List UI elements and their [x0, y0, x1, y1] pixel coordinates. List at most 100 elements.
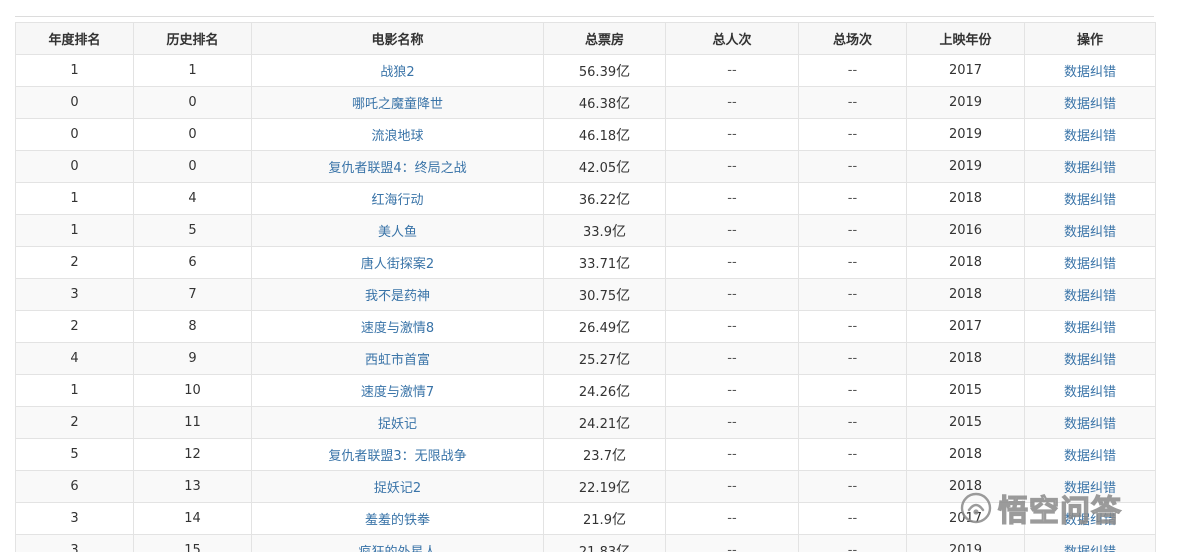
screenings: --	[847, 127, 858, 142]
report-error-link[interactable]: 数据纠错	[1064, 193, 1116, 208]
report-error-cell: 数据纠错	[1024, 438, 1156, 471]
header-actions: 操作	[1024, 22, 1156, 55]
report-error-link[interactable]: 数据纠错	[1064, 513, 1116, 528]
table-row: 1 1 战狼2 56.39亿 -- -- 2017 数据纠错	[15, 54, 1156, 87]
admissions-cell: --	[665, 406, 799, 439]
history-rank-cell: 7	[133, 278, 252, 311]
total-gross: 46.38亿	[579, 96, 630, 112]
history-rank: 1	[188, 63, 197, 78]
report-error-link[interactable]: 数据纠错	[1064, 417, 1116, 432]
report-error-link[interactable]: 数据纠错	[1064, 161, 1116, 176]
total-gross-cell: 25.27亿	[543, 342, 666, 375]
report-error-link[interactable]: 数据纠错	[1064, 321, 1116, 336]
release-year: 2015	[948, 415, 983, 430]
report-error-link[interactable]: 数据纠错	[1064, 545, 1116, 552]
total-gross-unit: 亿	[616, 63, 631, 80]
total-gross: 25.27亿	[579, 352, 630, 368]
total-gross: 21.83亿	[579, 543, 631, 552]
screenings: --	[847, 191, 858, 206]
admissions-cell: --	[665, 246, 799, 279]
movie-title-link[interactable]: 流浪地球	[371, 129, 423, 144]
release-year: 2018	[948, 287, 983, 302]
movie-title-link[interactable]: 西虹市首富	[365, 353, 430, 368]
movie-title-link[interactable]: 捉妖记	[378, 417, 417, 432]
admissions: --	[727, 351, 737, 366]
admissions: --	[727, 479, 737, 494]
screenings-cell: --	[798, 438, 907, 471]
total-gross-unit: 亿	[611, 223, 626, 240]
header-history-rank: 历史排名	[133, 22, 252, 55]
admissions: --	[727, 255, 737, 270]
year-rank: 1	[70, 191, 79, 206]
total-gross: 33.9亿	[583, 223, 626, 240]
movie-title-cell: 哪吒之魔童降世	[251, 86, 544, 119]
total-gross-cell: 33.9亿	[543, 214, 666, 247]
history-rank-cell: 10	[133, 374, 252, 407]
movie-title-link[interactable]: 我不是药神	[365, 289, 430, 304]
admissions: --	[727, 223, 737, 238]
total-gross: 36.22亿	[579, 192, 630, 208]
report-error-link[interactable]: 数据纠错	[1064, 225, 1116, 240]
movie-title-link[interactable]: 哪吒之魔童降世	[352, 97, 443, 112]
report-error-link[interactable]: 数据纠错	[1064, 97, 1116, 112]
release-year: 2018	[948, 191, 983, 206]
movie-title-link[interactable]: 战狼2	[380, 65, 414, 80]
total-gross-cell: 30.75亿	[543, 278, 666, 311]
admissions: --	[727, 127, 737, 142]
report-error-link[interactable]: 数据纠错	[1064, 257, 1116, 272]
report-error-link[interactable]: 数据纠错	[1064, 65, 1116, 80]
movie-title-link[interactable]: 捉妖记2	[374, 481, 421, 496]
header-screenings: 总场次	[798, 22, 907, 55]
screenings-cell: --	[798, 214, 907, 247]
history-rank: 8	[188, 319, 197, 334]
movie-title-link[interactable]: 速度与激情7	[361, 385, 434, 400]
total-gross-value: 22.19	[578, 480, 617, 496]
movie-title-link[interactable]: 疯狂的外星人	[358, 545, 436, 552]
movie-title-link[interactable]: 羞羞的铁拳	[365, 513, 430, 528]
release-year: 2018	[948, 479, 983, 494]
release-year-cell: 2018	[906, 438, 1025, 471]
movie-title-cell: 复仇者联盟4：终局之战	[251, 150, 544, 183]
movie-title-link[interactable]: 美人鱼	[378, 225, 417, 240]
release-year-cell: 2019	[906, 534, 1025, 552]
release-year-cell: 2018	[906, 342, 1025, 375]
admissions: --	[727, 191, 737, 206]
total-gross-unit: 亿	[616, 543, 631, 552]
report-error-link[interactable]: 数据纠错	[1064, 129, 1116, 144]
admissions-cell: --	[665, 182, 799, 215]
movie-title-link[interactable]: 复仇者联盟3：无限战争	[328, 449, 466, 464]
report-error-cell: 数据纠错	[1024, 278, 1156, 311]
movie-title-link[interactable]: 红海行动	[371, 193, 423, 208]
screenings-cell: --	[798, 118, 907, 151]
screenings: --	[847, 63, 858, 78]
total-gross: 23.7亿	[583, 448, 626, 464]
report-error-cell: 数据纠错	[1024, 502, 1156, 535]
movie-title-link[interactable]: 复仇者联盟4：终局之战	[328, 161, 466, 176]
history-rank-cell: 1	[133, 54, 252, 87]
movie-title-link[interactable]: 唐人街探案2	[361, 257, 434, 272]
movie-title-cell: 复仇者联盟3：无限战争	[251, 438, 544, 471]
report-error-link[interactable]: 数据纠错	[1064, 353, 1116, 368]
report-error-cell: 数据纠错	[1024, 534, 1156, 552]
report-error-cell: 数据纠错	[1024, 470, 1156, 503]
history-rank-cell: 13	[133, 470, 252, 503]
year-rank: 3	[70, 543, 79, 552]
history-rank: 7	[188, 287, 197, 302]
release-year-cell: 2016	[906, 214, 1025, 247]
release-year: 2015	[948, 383, 983, 398]
report-error-link[interactable]: 数据纠错	[1064, 385, 1116, 400]
screenings: --	[847, 95, 858, 110]
report-error-link[interactable]: 数据纠错	[1064, 289, 1116, 304]
year-rank-cell: 2	[15, 406, 134, 439]
admissions: --	[727, 95, 737, 110]
report-error-link[interactable]: 数据纠错	[1064, 449, 1116, 464]
table-row: 1 4 红海行动 36.22亿 -- -- 2018 数据纠错	[15, 182, 1156, 215]
report-error-link[interactable]: 数据纠错	[1064, 481, 1116, 496]
screenings: --	[847, 319, 858, 334]
year-rank-cell: 1	[15, 214, 134, 247]
year-rank-cell: 1	[15, 182, 134, 215]
movie-title-link[interactable]: 速度与激情8	[361, 321, 434, 336]
year-rank: 1	[70, 63, 79, 78]
history-rank: 4	[188, 191, 197, 206]
screenings: --	[847, 447, 858, 462]
